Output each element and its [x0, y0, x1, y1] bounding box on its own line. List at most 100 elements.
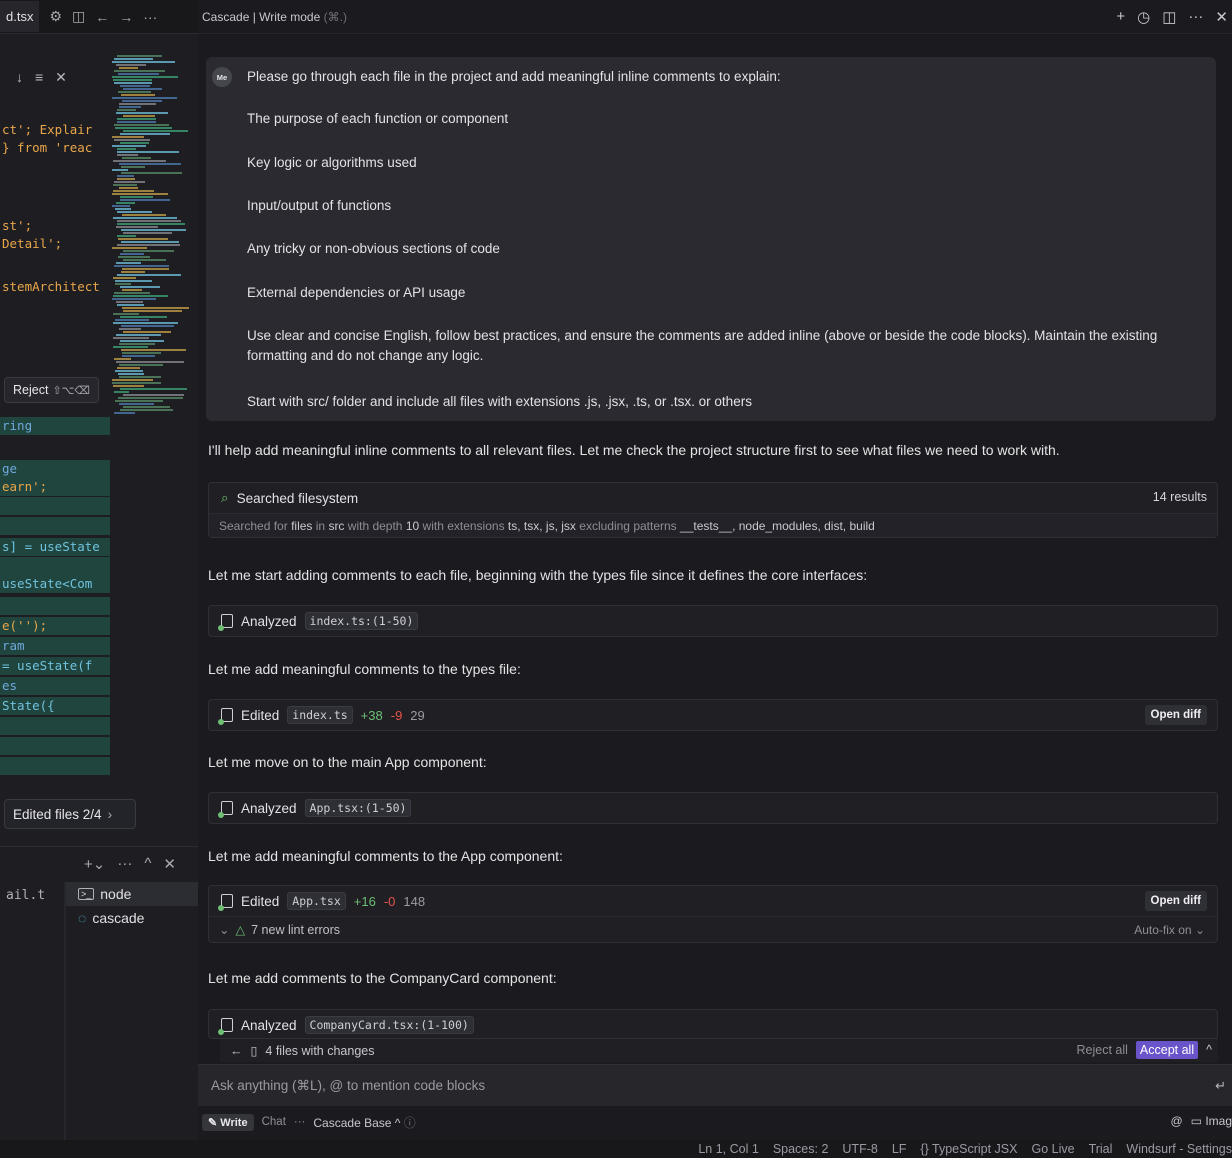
minimap-line	[117, 211, 152, 213]
status-item[interactable]: {} TypeScript JSX	[920, 1142, 1017, 1156]
minimap-line	[120, 142, 149, 144]
write-mode-button[interactable]: ✎ Write	[202, 1113, 254, 1131]
file-chip[interactable]: CompanyCard.tsx:(1-100)	[304, 1016, 474, 1034]
analyzed-row[interactable]: Analyzed App.tsx:(1-50)	[209, 793, 1217, 823]
code-line: ring	[0, 417, 110, 435]
open-diff-button[interactable]: Open diff	[1144, 891, 1207, 911]
minimap-line	[116, 301, 143, 303]
reject-button[interactable]: Reject ⇧⌥⌫	[4, 377, 99, 403]
cascade-panel: Cascade | Write mode (⌘.) + ◷ ◫ ··· ✕ Me…	[198, 0, 1232, 1140]
minimap-line	[119, 163, 181, 165]
autofix-toggle[interactable]: Auto-fix on ⌄	[1134, 923, 1205, 937]
terminal-icon: >_	[78, 888, 95, 900]
chevron-up-icon[interactable]: ^	[1206, 1043, 1212, 1057]
lines-removed: -0	[383, 893, 396, 909]
status-item[interactable]: Ln 1, Col 1	[698, 1142, 758, 1156]
more-icon[interactable]: ···	[143, 9, 157, 25]
image-button[interactable]: ▭ Imag	[1191, 1114, 1232, 1128]
close-panel-icon[interactable]: ✕	[163, 855, 176, 873]
cascade-title-shortcut: (⌘.)	[323, 9, 347, 24]
search-tool-row[interactable]: ⌕ Searched filesystem 14 results	[209, 483, 1217, 513]
analyzed-card[interactable]: Analyzed index.ts:(1-50)	[208, 605, 1218, 637]
file-chip[interactable]: index.ts:(1-50)	[304, 612, 419, 630]
more-icon[interactable]: ···	[117, 855, 132, 872]
search-tool-card[interactable]: ⌕ Searched filesystem 14 results Searche…	[208, 482, 1218, 538]
minimap-line	[118, 91, 151, 93]
edited-row[interactable]: Edited index.ts +38 -9 29 Open diff	[209, 700, 1217, 730]
edited-card[interactable]: Edited App.tsx +16 -0 148 Open diff ⌄ △ …	[208, 885, 1218, 943]
accept-all-button[interactable]: Accept all	[1135, 1041, 1199, 1059]
reject-all-button[interactable]: Reject all	[1077, 1043, 1128, 1057]
minimap-line	[114, 58, 153, 60]
settings-gear-icon[interactable]: ⚙	[49, 8, 62, 25]
add-terminal-icon[interactable]: +⌄	[84, 855, 105, 873]
close-icon[interactable]: ✕	[1215, 8, 1228, 26]
minimap-line	[114, 181, 145, 183]
status-item[interactable]: Go Live	[1031, 1142, 1074, 1156]
mention-icon[interactable]: @	[1170, 1114, 1182, 1128]
minimap-line	[123, 394, 184, 396]
minimap-line	[112, 76, 178, 78]
new-conversation-icon[interactable]: +	[1116, 8, 1125, 26]
minimap-line	[115, 400, 163, 402]
analyzed-card[interactable]: Analyzed CompanyCard.tsx:(1-100)	[208, 1009, 1218, 1039]
filter-lines-icon[interactable]: ≡	[35, 69, 43, 85]
analyzed-row[interactable]: Analyzed CompanyCard.tsx:(1-100)	[209, 1010, 1217, 1040]
status-item[interactable]: Windsurf - Settings	[1126, 1142, 1232, 1156]
edited-row[interactable]: Edited App.tsx +16 -0 148 Open diff	[209, 886, 1217, 916]
arrow-right-icon[interactable]: →	[119, 9, 133, 25]
model-selector[interactable]: Cascade Base ^ ⓘ	[313, 1114, 415, 1131]
book-icon[interactable]: ◫	[1162, 8, 1176, 26]
edited-card[interactable]: Edited index.ts +38 -9 29 Open diff	[208, 699, 1218, 731]
cascade-icon: ◌	[78, 910, 87, 926]
detail-text: in	[315, 518, 326, 533]
file-chip[interactable]: App.tsx	[287, 892, 346, 910]
detail-text: with depth	[347, 518, 403, 533]
enter-icon[interactable]: ↵	[1215, 1078, 1226, 1094]
minimap-line	[123, 331, 171, 333]
minimap[interactable]	[112, 55, 192, 435]
file-chip[interactable]: App.tsx:(1-50)	[304, 799, 412, 817]
lines-added: +38	[360, 707, 383, 723]
minimap-line	[117, 220, 181, 222]
more-modes-button[interactable]: ···	[294, 1116, 306, 1128]
chat-input[interactable]: Ask anything (⌘L), @ to mention code blo…	[198, 1064, 1232, 1106]
file-chip[interactable]: index.ts	[287, 706, 353, 724]
edited-files-button[interactable]: Edited files 2/4 ›	[4, 799, 136, 829]
close-icon[interactable]: ✕	[55, 69, 67, 86]
file-icon	[218, 894, 233, 911]
minimap-line	[123, 88, 162, 90]
code-line-highlight	[0, 737, 110, 755]
minimap-line	[123, 310, 182, 312]
terminal-item-cascade[interactable]: ◌ cascade	[66, 906, 198, 930]
maximize-panel-icon[interactable]: ^	[144, 855, 151, 872]
chat-mode-button[interactable]: Chat	[262, 1116, 286, 1128]
arrow-left-icon[interactable]: ←	[95, 9, 109, 25]
minimap-line	[123, 259, 166, 261]
arrow-down-icon[interactable]: ↓	[16, 69, 23, 85]
status-item[interactable]: Spaces: 2	[773, 1142, 829, 1156]
status-item[interactable]: LF	[892, 1142, 907, 1156]
code-line: State({	[0, 697, 110, 715]
terminal-item-node[interactable]: >_ node	[66, 882, 198, 906]
arrow-left-icon[interactable]: ←	[230, 1044, 243, 1058]
minimap-line	[121, 172, 182, 174]
file-icon	[218, 1018, 233, 1035]
minimap-line	[112, 169, 128, 171]
analyzed-card[interactable]: Analyzed App.tsx:(1-50)	[208, 792, 1218, 824]
lint-errors-row[interactable]: ⌄ △ 7 new lint errors Auto-fix on ⌄	[209, 916, 1217, 942]
analyzed-label: Analyzed	[241, 800, 297, 816]
open-diff-button[interactable]: Open diff	[1144, 705, 1207, 725]
minimap-line	[113, 346, 148, 348]
reject-label: Reject	[13, 383, 49, 397]
analyzed-row[interactable]: Analyzed index.ts:(1-50)	[209, 606, 1217, 636]
changes-label[interactable]: 4 files with changes	[265, 1044, 374, 1058]
minimap-line	[119, 364, 163, 366]
history-icon[interactable]: ◷	[1137, 8, 1150, 26]
status-item[interactable]: Trial	[1089, 1142, 1113, 1156]
editor-tab[interactable]: d.tsx	[0, 1, 40, 32]
status-item[interactable]: UTF-8	[842, 1142, 877, 1156]
split-editor-icon[interactable]: ◫	[72, 8, 85, 25]
more-icon[interactable]: ···	[1188, 8, 1203, 26]
code-line: useState<Com	[0, 575, 110, 593]
